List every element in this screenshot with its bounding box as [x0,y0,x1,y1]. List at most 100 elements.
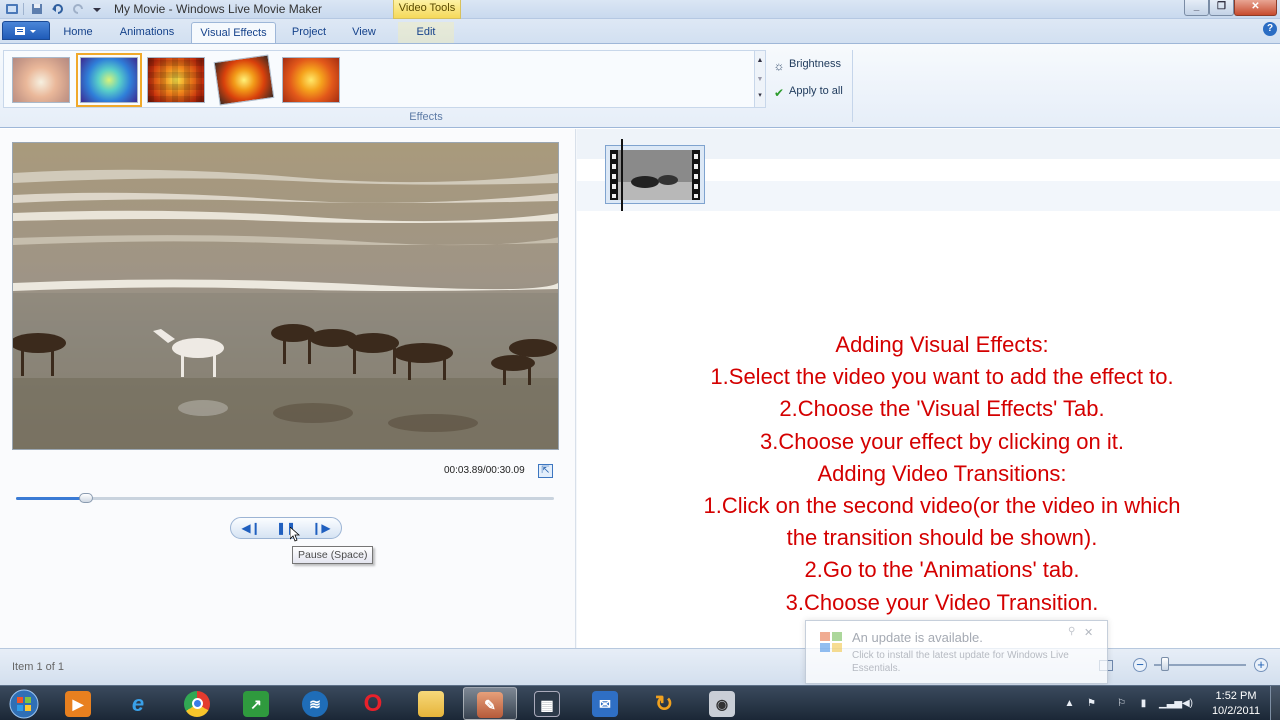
redo-icon[interactable] [71,2,85,16]
mouse-cursor-icon [290,527,300,542]
previous-frame-icon[interactable]: ◀❙ [236,519,266,537]
film-icon: ▦ [534,691,560,717]
chrome-icon [184,691,210,717]
save-icon[interactable] [30,2,44,16]
effect-thumb-1[interactable] [12,57,70,103]
customize-qat-icon[interactable] [90,2,104,16]
help-icon[interactable]: ? [1263,22,1277,36]
opera-icon: O [363,690,383,717]
show-hidden-icons-icon[interactable]: ▲ [1063,697,1076,710]
apply-to-all-label: Apply to all [789,85,843,97]
gallery-down-icon[interactable]: ▼ [755,70,765,89]
taskbar-network-app[interactable]: ≋ [289,687,343,720]
zoom-out-icon[interactable]: − [1133,658,1147,672]
zoom-in-icon[interactable]: + [1254,658,1268,672]
clip-frame-icon [610,150,700,200]
apply-to-all-button[interactable]: ✔ Apply to all [772,81,843,101]
instruction-line: 1.Click on the second video(or the video… [703,493,1181,519]
qat-separator [23,3,24,15]
close-button[interactable]: ✕ [1234,0,1277,16]
ribbon-tab-bar: Home Animations Visual Effects Project V… [0,19,1280,43]
taskbar-opera[interactable]: O [347,687,401,720]
taskbar-chrome[interactable] [171,687,225,720]
pause-tooltip: Pause (Space) [292,546,374,564]
tab-visual-effects[interactable]: Visual Effects [191,22,276,43]
outlook-icon: ✉ [592,691,618,717]
taskbar-video-app[interactable]: ▦ [521,687,575,720]
action-center-icon[interactable]: ⚐ [1115,697,1128,710]
app-icon[interactable] [5,2,19,16]
volume-icon[interactable]: ◀) [1181,697,1194,710]
close-icon[interactable]: ✕ [1084,626,1093,639]
tab-project[interactable]: Project [282,22,336,43]
update-title: An update is available. [852,630,983,645]
zoom-slider-thumb[interactable] [1161,657,1170,671]
next-frame-icon[interactable]: ❙▶ [306,519,336,537]
effect-thumb-2[interactable] [76,53,142,107]
windows-live-icon [820,632,842,652]
ribbon-group-separator [852,50,853,122]
tab-edit[interactable]: Edit [398,22,454,43]
effect-thumb-3[interactable] [147,57,205,103]
time-display: 00:03.89/00:30.09 [444,465,525,476]
video-preview[interactable] [12,142,559,450]
taskbar-internet-explorer[interactable]: e [112,687,166,720]
taskbar-movie-maker[interactable]: ✎ [463,687,517,720]
taskbar-media-player[interactable]: ▶ [52,687,106,720]
instruction-line: 3.Choose your effect by clicking on it. [759,428,1124,454]
tab-home[interactable]: Home [54,22,102,43]
refresh-arrow-icon: ↻ [654,691,674,716]
brightness-button[interactable]: ☼ Brightness [772,54,841,74]
instruction-line: 2.Choose the 'Visual Effects' Tab. [779,396,1105,422]
minimize-button[interactable]: _ [1184,0,1209,16]
show-desktop-button[interactable] [1270,686,1280,720]
taskbar-outlook[interactable]: ✉ [579,687,633,720]
seek-bar[interactable] [16,493,554,503]
tab-view[interactable]: View [342,22,386,43]
update-body: Click to install the latest update for W… [852,650,1069,674]
item-count: Item 1 of 1 [12,661,64,673]
windows-flag-icon[interactable]: ⚑ [1085,697,1098,710]
clock-time[interactable]: 1:52 PM [1206,690,1266,702]
network-icon: ≋ [302,691,328,717]
apply-check-icon: ✔ [773,86,785,100]
restore-icon: ❐ [1217,1,1226,12]
update-notification[interactable]: An update is available. Click to install… [805,620,1108,684]
maximize-button[interactable]: ❐ [1209,0,1234,16]
taskbar-explorer[interactable] [405,687,459,720]
undo-icon[interactable] [51,2,65,16]
options-icon[interactable]: ⚲ [1068,626,1075,637]
sun-icon: ☼ [773,59,785,73]
effect-thumb-5[interactable] [282,57,340,103]
taskbar-stock-app[interactable]: ↗ [230,687,284,720]
gallery-scrollbar[interactable]: ▲ ▼ ▾ [754,50,766,108]
application-menu-button[interactable] [2,21,50,40]
system-tray: ▲ ⚑ ⚐ ▮ ▁▃▅ ◀) [1060,686,1210,720]
video-frame-horses [13,143,558,449]
storyboard-pane: Adding Visual Effects: 1.Select the vide… [577,129,1280,648]
video-clip-thumbnail[interactable] [605,145,705,204]
instruction-line: 2.Go to the 'Animations' tab. [804,557,1080,583]
gallery-up-icon[interactable]: ▲ [755,51,765,70]
taskbar-update-app[interactable]: ↻ [638,687,692,720]
camera-icon: ◉ [709,691,735,717]
start-button-windows-icon[interactable] [4,687,44,720]
title-bar: My Movie - Windows Live Movie Maker Vide… [0,0,1280,19]
seek-bar-thumb[interactable] [78,493,93,503]
movie-maker-icon: ✎ [477,692,503,718]
stock-chart-icon: ↗ [243,691,269,717]
tab-animations[interactable]: Animations [108,22,186,43]
battery-icon[interactable]: ▮ [1137,697,1150,710]
video-tools-context-header: Video Tools [393,0,461,19]
signal-icon[interactable]: ▁▃▅ [1159,697,1182,710]
gallery-more-icon[interactable]: ▾ [755,89,765,107]
app-menu-icon [15,27,36,35]
effect-thumb-4[interactable] [213,54,275,106]
brightness-label: Brightness [789,58,841,70]
playhead[interactable] [621,139,623,211]
clock-date[interactable]: 10/2/2011 [1206,705,1266,717]
taskbar-camera-app[interactable]: ◉ [696,687,750,720]
instruction-line: 3.Choose your Video Transition. [785,589,1099,615]
fullscreen-icon[interactable]: ⇱ [538,464,553,478]
workspace: 00:03.89/00:30.09 ⇱ ◀❙ ❚❚ ❙▶ Pause (Spac… [0,129,1280,648]
